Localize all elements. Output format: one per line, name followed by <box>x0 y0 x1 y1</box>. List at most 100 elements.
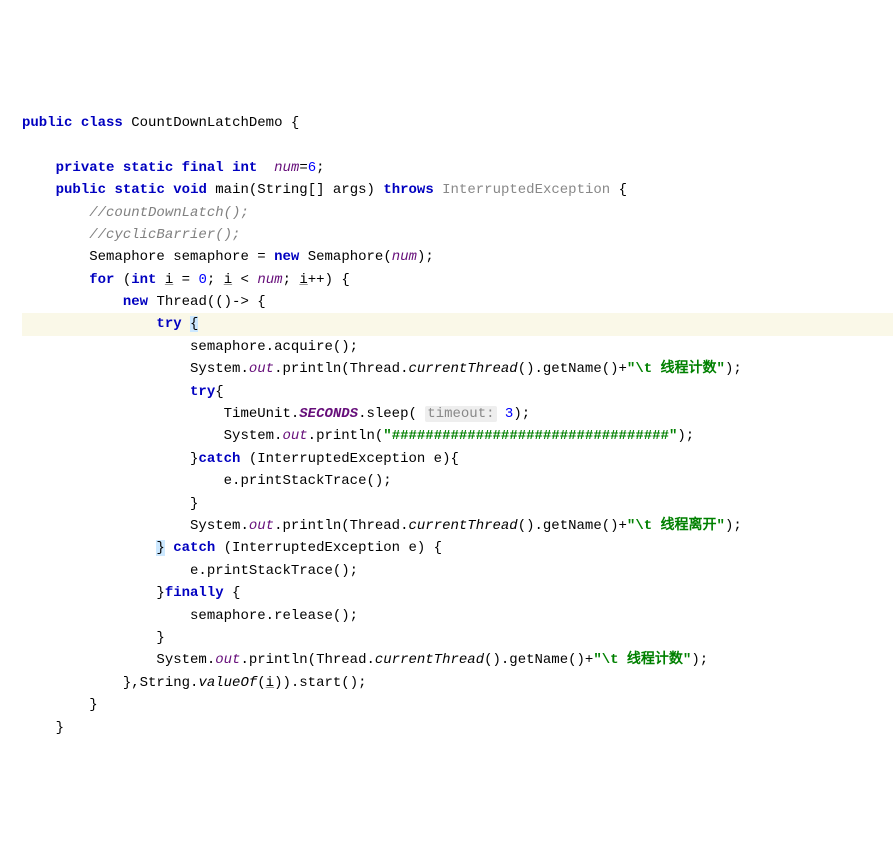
kw-catch: catch <box>198 451 240 467</box>
close: } <box>156 630 164 646</box>
var: i <box>266 675 274 691</box>
line: public class CountDownLatchDemo { <box>22 115 299 131</box>
line: } <box>22 697 98 713</box>
kw-int: int <box>131 272 156 288</box>
field-ref: num <box>257 272 282 288</box>
kw-new: new <box>274 249 299 265</box>
string: "\t 线程计数" <box>627 361 725 377</box>
sp <box>497 406 505 422</box>
out: out <box>282 428 307 444</box>
line: semaphore.acquire(); <box>22 339 358 355</box>
var: i <box>224 272 232 288</box>
line: new Thread(()-> { <box>22 294 266 310</box>
brace-highlight: } <box>156 540 164 556</box>
pre: TimeUnit. <box>224 406 300 422</box>
field-name: num <box>274 160 299 176</box>
sep: ; <box>207 272 224 288</box>
kw-static: static <box>123 160 173 176</box>
end: ); <box>691 652 708 668</box>
string: "\t 线程计数" <box>593 652 691 668</box>
post: ().getName()+ <box>518 361 627 377</box>
line: e.printStackTrace(); <box>22 473 392 489</box>
num-literal: 6 <box>308 160 316 176</box>
brace: { <box>291 115 299 131</box>
eq: = <box>249 249 274 265</box>
valueof: valueOf <box>198 675 257 691</box>
end: ); <box>725 361 742 377</box>
line: }catch (InterruptedException e){ <box>22 451 459 467</box>
brace: { <box>215 384 223 400</box>
pre: System. <box>190 361 249 377</box>
end: ); <box>417 249 434 265</box>
kw-public: public <box>22 115 72 131</box>
num: 0 <box>199 272 207 288</box>
mid: .sleep( <box>358 406 425 422</box>
field-ref: num <box>392 249 417 265</box>
kw-finally: finally <box>165 585 224 601</box>
method-name: main <box>215 182 249 198</box>
mid: .println( <box>308 428 384 444</box>
code-editor[interactable]: public class CountDownLatchDemo { privat… <box>0 90 893 739</box>
dot: . <box>266 339 274 355</box>
comment: //countDownLatch(); <box>89 205 249 221</box>
line: private static final int num=6; <box>22 160 325 176</box>
out: out <box>215 652 240 668</box>
line: System.out.println(Thread.currentThread(… <box>22 652 708 668</box>
thread: Thread(()-> { <box>148 294 266 310</box>
line: System.out.println(Thread.currentThread(… <box>22 361 742 377</box>
obj: semaphore <box>190 339 266 355</box>
close: } <box>156 585 164 601</box>
end: ); <box>725 518 742 534</box>
close: } <box>56 720 64 736</box>
args: (InterruptedException e){ <box>240 451 458 467</box>
post: ().getName()+ <box>518 518 627 534</box>
eq: = <box>299 160 307 176</box>
line: }finally { <box>22 585 240 601</box>
code-area[interactable]: public class CountDownLatchDemo { privat… <box>18 90 893 739</box>
kw-for: for <box>89 272 114 288</box>
eq: = <box>173 272 198 288</box>
mid: .println(Thread. <box>274 361 408 377</box>
kw-void: void <box>173 182 207 198</box>
ctor: Semaphore( <box>299 249 391 265</box>
sep: ; <box>283 272 300 288</box>
end: ); <box>513 406 530 422</box>
exception-type: InterruptedException <box>442 182 610 198</box>
kw-int: int <box>232 160 257 176</box>
brace-highlight: { <box>190 316 198 332</box>
stmt: e.printStackTrace(); <box>190 563 358 579</box>
out: out <box>249 518 274 534</box>
kw-final: final <box>182 160 224 176</box>
ct: currentThread <box>408 361 517 377</box>
mid: .println(Thread. <box>274 518 408 534</box>
line: System.out.println(Thread.currentThread(… <box>22 518 742 534</box>
args: (String[] args) <box>249 182 375 198</box>
line: Semaphore semaphore = new Semaphore(num)… <box>22 249 434 265</box>
open: ( <box>114 272 131 288</box>
post: ().getName()+ <box>484 652 593 668</box>
class-name: CountDownLatchDemo <box>131 115 282 131</box>
seconds: SECONDS <box>299 406 358 422</box>
brace: { <box>224 585 241 601</box>
args: (InterruptedException e) { <box>215 540 442 556</box>
line: System.out.println("####################… <box>22 428 694 444</box>
ct: currentThread <box>408 518 517 534</box>
close: },String. <box>123 675 199 691</box>
method: acquire(); <box>274 339 358 355</box>
line: } <box>22 720 64 736</box>
args: ( <box>257 675 265 691</box>
kw-private: private <box>56 160 115 176</box>
line: TimeUnit.SECONDS.sleep( timeout: 3); <box>22 406 530 422</box>
kw-public: public <box>56 182 106 198</box>
line: //countDownLatch(); <box>22 205 249 221</box>
end: ); <box>677 428 694 444</box>
ct: currentThread <box>375 652 484 668</box>
line: //cyclicBarrier(); <box>22 227 240 243</box>
var: semaphore <box>173 249 249 265</box>
string: "#################################" <box>383 428 677 444</box>
gutter <box>0 90 18 739</box>
semi: ; <box>316 160 324 176</box>
brace: { <box>619 182 627 198</box>
kw-try: try <box>156 316 181 332</box>
close: } <box>89 697 97 713</box>
